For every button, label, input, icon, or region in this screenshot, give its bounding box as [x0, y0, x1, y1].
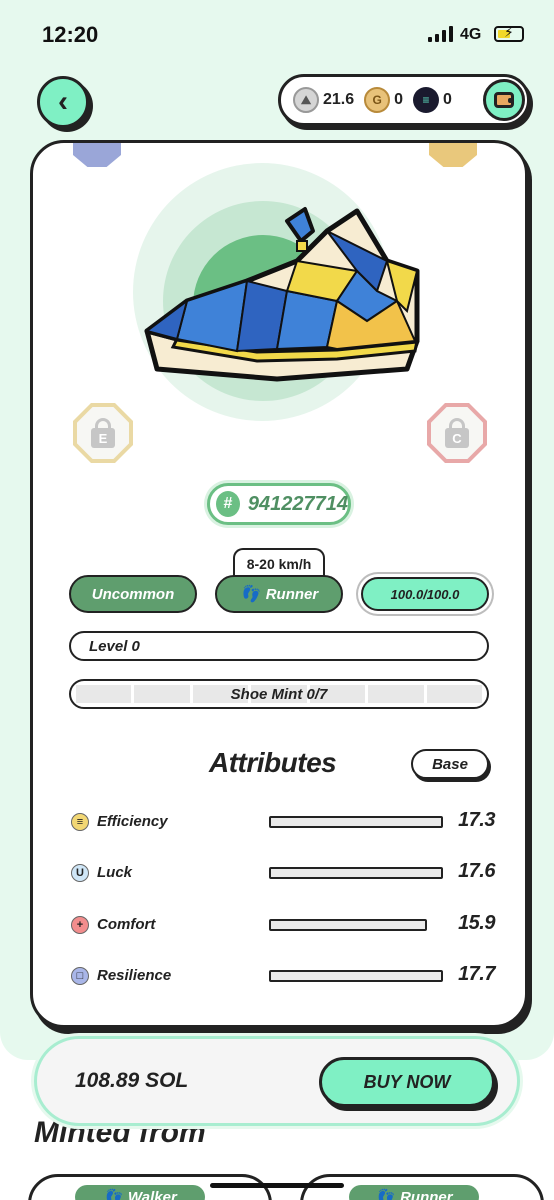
gst-coin-icon: ⛰ [293, 87, 319, 113]
level-label: Level 0 [89, 637, 140, 655]
gem-socket-top-left[interactable] [73, 143, 121, 167]
efficiency-icon: ≡ [71, 813, 89, 831]
attribute-name: Comfort [97, 916, 156, 933]
back-button[interactable]: ‹ [37, 76, 89, 128]
parent-type-badge: 👣 Runner [349, 1185, 479, 1200]
attribute-name: Resilience [97, 967, 172, 984]
attribute-value: 15.9 [458, 912, 495, 934]
speed-range-label: 8-20 km/h [233, 548, 325, 578]
sneaker-detail-card: E C # 941227714 8-20 km/h Uncommon 👣 Run… [30, 140, 528, 1028]
level-bar: Level 0 [69, 631, 489, 661]
attribute-name: Efficiency [97, 813, 168, 830]
resilience-icon: □ [71, 967, 89, 985]
lock-icon [95, 418, 111, 428]
footprints-icon: 👣 [375, 1189, 395, 1200]
sneaker-id: 941227714 [247, 492, 348, 515]
attribute-value: 17.3 [458, 809, 495, 831]
parent-type-label: Runner [400, 1188, 453, 1200]
attribute-bar [269, 970, 443, 982]
attribute-row-luck: U Luck 17.6 [71, 858, 495, 888]
durability-badge: 100.0/100.0 [361, 577, 489, 611]
sol-coin-icon: ≡ [413, 87, 440, 113]
attributes-title: Attributes [209, 747, 337, 778]
price-label: 108.89 SOL [75, 1069, 189, 1092]
balance-bar[interactable]: ⛰ 21.6 G 0 ≡ 0 [278, 74, 530, 126]
status-bar: 12:20 4G ⚡ [0, 0, 554, 66]
network-label: 4G [460, 26, 482, 43]
lock-icon [449, 418, 465, 428]
gmt-coin-icon: G [364, 87, 391, 113]
wallet-button[interactable] [483, 79, 525, 121]
status-time: 12:20 [42, 22, 99, 47]
shoe-mint-bar: Shoe Mint 0/7 [69, 679, 489, 709]
attribute-value: 17.7 [458, 963, 495, 985]
parent-type-badge: 👣 Walker [75, 1185, 205, 1200]
sol-balance: 0 [443, 91, 452, 108]
comfort-icon: + [71, 916, 89, 934]
battery-icon: ⚡ [494, 24, 524, 42]
gst-balance: 21.6 [323, 91, 355, 108]
attribute-row-resilience: □ Resilience 17.7 [71, 961, 495, 991]
attribute-row-comfort: + Comfort 15.9 [71, 910, 495, 940]
gem-socket-locked-right[interactable]: C [427, 403, 487, 463]
footprints-icon: 👣 [239, 586, 260, 603]
buy-now-button[interactable]: BUY NOW [319, 1057, 495, 1107]
wallet-icon [494, 92, 514, 108]
gem-socket-top-right[interactable] [429, 143, 477, 167]
sneaker-image [144, 207, 420, 382]
shoe-mint-label: Shoe Mint 0/7 [230, 685, 328, 703]
attribute-bar [269, 919, 427, 931]
base-toggle-button[interactable]: Base [411, 749, 489, 779]
chevron-left-icon: ‹ [58, 85, 68, 118]
socket-type-label: C [445, 428, 469, 448]
attribute-row-efficiency: ≡ Efficiency 17.3 [71, 807, 495, 837]
home-indicator [210, 1183, 344, 1188]
sneaker-id-badge: # 941227714 [207, 483, 351, 525]
purchase-bar: 108.89 SOL BUY NOW [34, 1036, 520, 1126]
gem-socket-locked-left[interactable]: E [73, 403, 133, 463]
sneaker-type-label: Runner [265, 585, 319, 603]
quality-badge: Uncommon [69, 575, 197, 613]
sneaker-type-badge: 👣 Runner [215, 575, 343, 613]
footprints-icon: 👣 [103, 1189, 122, 1200]
attribute-bar [269, 867, 443, 879]
luck-icon: U [71, 864, 89, 882]
hash-icon: # [216, 491, 240, 517]
gmt-balance: 0 [394, 91, 404, 108]
attribute-bar [269, 816, 443, 828]
parent-type-label: Walker [127, 1188, 177, 1200]
signal-icon [428, 26, 453, 42]
attribute-name: Luck [97, 864, 133, 881]
socket-type-label: E [91, 428, 115, 448]
attribute-value: 17.6 [458, 860, 495, 882]
